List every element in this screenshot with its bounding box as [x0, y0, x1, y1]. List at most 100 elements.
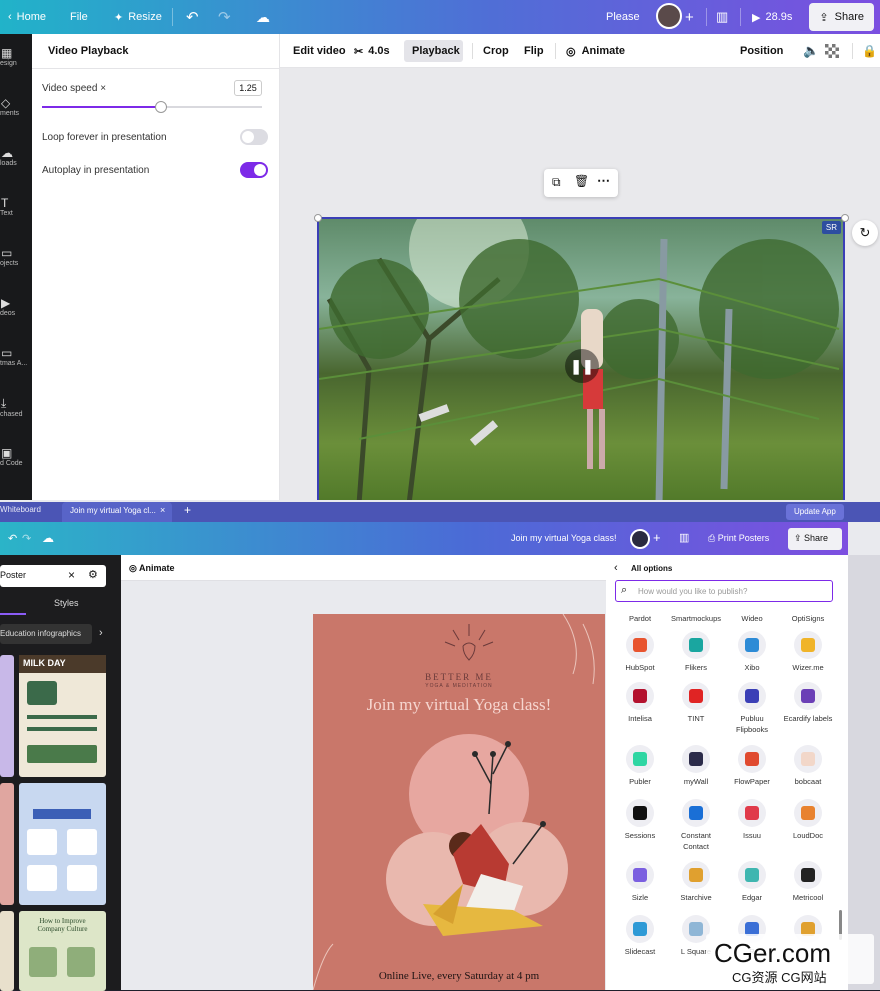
yoga-poster[interactable]: BETTER ME YOGA & MEDITATION Join my virt…: [313, 614, 605, 990]
back-icon[interactable]: ‹: [614, 562, 618, 574]
trim-button[interactable]: ✂ 4.0s: [354, 34, 390, 68]
doc-title[interactable]: Join my virtual Yoga class!: [511, 533, 617, 543]
rail-folder[interactable]: ▭ tmas A...: [0, 346, 32, 367]
rail-purchased[interactable]: ⤓ chased: [0, 396, 32, 418]
share-button[interactable]: ⇪ Share: [788, 528, 842, 550]
template-card-milk-day[interactable]: MILK DAY: [19, 655, 106, 777]
resize-handle[interactable]: [314, 214, 322, 222]
publish-option[interactable]: Xibo: [724, 631, 780, 673]
print-posters-button[interactable]: ⎙ Print Posters: [708, 533, 769, 544]
publish-option[interactable]: Publer: [612, 745, 668, 787]
tab-active[interactable]: Join my virtual Yoga cl...: [62, 502, 172, 522]
transparency-icon[interactable]: [825, 34, 839, 68]
edit-video-button[interactable]: Edit video: [293, 34, 346, 68]
volume-icon[interactable]: 🔈: [803, 34, 819, 68]
publish-option[interactable]: Constant Contact: [668, 799, 724, 852]
close-icon[interactable]: ×: [68, 568, 75, 582]
publish-option[interactable]: Sessions: [612, 799, 668, 841]
rail-uploads[interactable]: ☁ loads: [0, 146, 32, 167]
publish-option[interactable]: Issuu: [724, 799, 780, 841]
home-button[interactable]: ‹ Home: [8, 0, 46, 34]
undo-icon[interactable]: ↶: [186, 0, 199, 34]
resize-handle[interactable]: [841, 214, 849, 222]
publish-option[interactable]: Flikers: [668, 631, 724, 673]
speed-value-input[interactable]: 1.25: [234, 80, 262, 96]
divider: [172, 8, 173, 26]
animate-button[interactable]: ◎ Animate: [566, 34, 625, 68]
cloud-icon[interactable]: ☁: [42, 531, 54, 545]
publish-option[interactable]: Wizer.me: [780, 631, 836, 673]
doc-title[interactable]: Please: [606, 0, 640, 34]
publish-option[interactable]: Ecardify labels: [780, 682, 836, 724]
update-app-button[interactable]: Update App: [786, 504, 844, 520]
avatar[interactable]: [656, 3, 682, 29]
template-card[interactable]: [0, 783, 14, 905]
pause-icon[interactable]: ❚❚: [565, 349, 599, 383]
publish-option[interactable]: Sizle: [612, 861, 668, 903]
publish-option[interactable]: myWall: [668, 745, 724, 787]
add-collaborator-icon[interactable]: +: [685, 0, 694, 34]
rotate-icon[interactable]: ↻: [852, 220, 878, 246]
template-card-infographic[interactable]: [19, 783, 106, 905]
publish-option[interactable]: Slidecast: [612, 915, 668, 957]
rail-qr-code[interactable]: ▣ d Code: [0, 446, 32, 467]
publish-option[interactable]: bobcaat: [780, 745, 836, 787]
rail-projects[interactable]: ▭ ojects: [0, 246, 32, 267]
filter-icon[interactable]: ⚙: [88, 568, 98, 581]
publish-option[interactable]: Intelisa: [612, 682, 668, 724]
publish-option[interactable]: LoudDoc: [780, 799, 836, 841]
redo-icon[interactable]: ↷: [22, 532, 31, 545]
template-search-input[interactable]: Poster × ⚙: [0, 565, 106, 587]
chevron-right-icon[interactable]: ›: [99, 627, 103, 639]
rail-text[interactable]: T Text: [0, 196, 32, 217]
new-tab-icon[interactable]: +: [184, 503, 191, 517]
lock-icon[interactable]: 🔒: [862, 34, 877, 68]
undo-icon[interactable]: ↶: [8, 532, 17, 545]
close-icon[interactable]: ×: [160, 505, 165, 515]
publish-option[interactable]: TINT: [668, 682, 724, 724]
file-menu[interactable]: File: [70, 0, 88, 34]
more-icon[interactable]: ⋯: [597, 173, 610, 189]
publish-option[interactable]: HubSpot: [612, 631, 668, 673]
publish-option[interactable]: FlowPaper: [724, 745, 780, 787]
loop-toggle[interactable]: [240, 129, 268, 145]
publish-option[interactable]: Starchive: [668, 861, 724, 903]
animate-button[interactable]: ◎ Animate: [129, 563, 175, 574]
duplicate-icon[interactable]: ⧉: [552, 175, 561, 190]
rail-videos[interactable]: ▶ deos: [0, 296, 32, 317]
position-button[interactable]: Position: [740, 34, 783, 68]
publish-option-label[interactable]: OptiSigns: [780, 613, 836, 624]
tab-whiteboard[interactable]: Whiteboard: [0, 505, 41, 514]
template-card-company-culture[interactable]: How to Improve Company Culture: [19, 911, 106, 991]
speed-slider-handle[interactable]: [154, 101, 167, 113]
publish-option[interactable]: Metricool: [780, 861, 836, 903]
tab-styles[interactable]: Styles: [54, 598, 79, 608]
add-collaborator-icon[interactable]: +: [653, 530, 661, 545]
publish-search-input[interactable]: ⌕ How would you like to publish?: [615, 580, 833, 602]
rail-elements[interactable]: ◇ ments: [0, 96, 32, 117]
rail-design[interactable]: ▦ esign: [0, 46, 32, 67]
autoplay-toggle[interactable]: [240, 162, 268, 178]
publish-option-label[interactable]: Pardot: [612, 613, 668, 624]
resize-button[interactable]: ✦ Resize: [114, 0, 162, 34]
share-button[interactable]: ⇪ Share: [809, 3, 874, 31]
category-chip[interactable]: Education infographics: [0, 624, 92, 644]
playback-button[interactable]: Playback: [412, 34, 460, 68]
video-element[interactable]: ❚❚ SR: [317, 217, 845, 502]
publish-option[interactable]: Edgar: [724, 861, 780, 903]
publish-option-label[interactable]: Wideo: [724, 613, 780, 624]
flip-button[interactable]: Flip: [524, 34, 544, 68]
publish-option-label: Sizle: [631, 893, 649, 902]
template-card[interactable]: [0, 911, 14, 991]
publish-option[interactable]: Publuu Flipbooks: [724, 682, 780, 735]
avatar[interactable]: [630, 529, 650, 549]
publish-option-label[interactable]: Smartmockups: [668, 613, 724, 624]
cloud-icon[interactable]: ☁: [256, 0, 270, 34]
template-card[interactable]: [0, 655, 14, 777]
trash-icon[interactable]: 🗑: [574, 174, 589, 188]
insights-icon[interactable]: ▥: [679, 531, 689, 544]
redo-icon[interactable]: ↷: [218, 0, 231, 34]
crop-button[interactable]: Crop: [483, 34, 509, 68]
present-button[interactable]: ▶ 28.9s: [752, 0, 792, 34]
insights-icon[interactable]: ▥: [716, 0, 728, 34]
